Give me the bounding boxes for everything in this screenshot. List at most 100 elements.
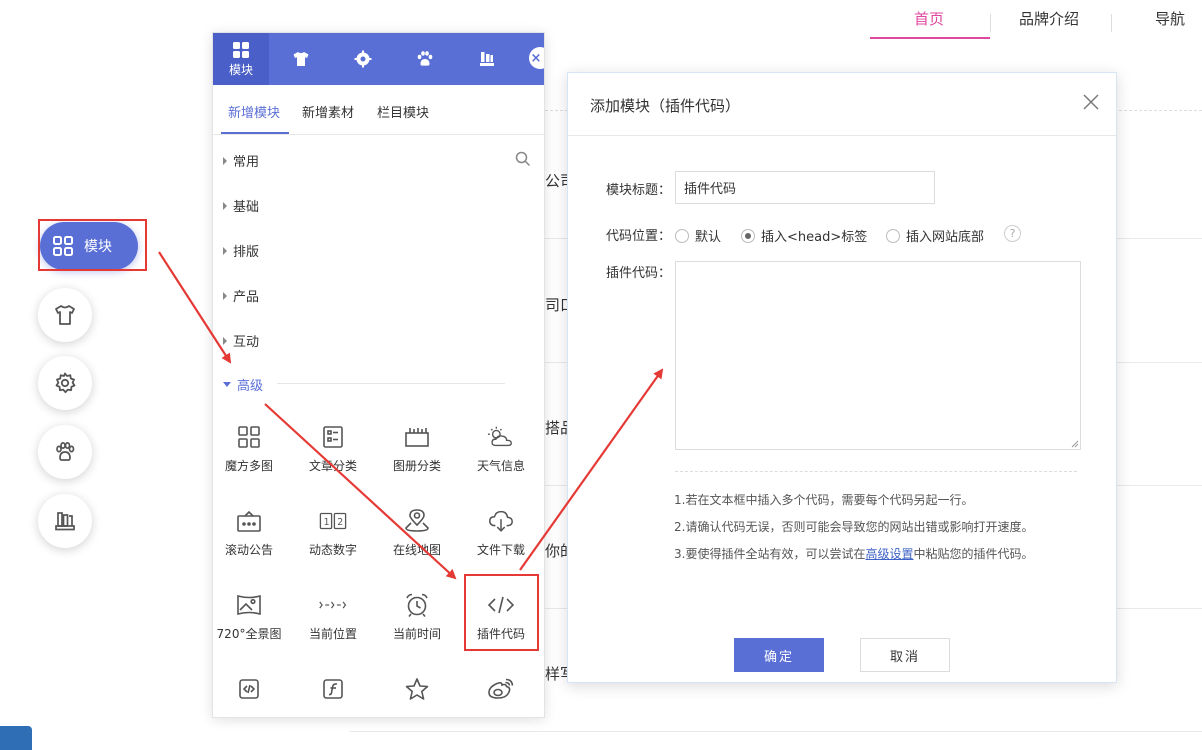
plugin-code-label: 插件代码： (606, 266, 672, 281)
weather-icon (487, 426, 512, 447)
module-weibo[interactable] (459, 675, 543, 717)
plugin-code-textarea[interactable] (675, 261, 1081, 450)
category-basic[interactable]: 基础 (223, 196, 259, 215)
add-module-dialog: 添加模块（插件代码） 模块标题： 代码位置： 默认 插入<head>标签 插入网… (567, 72, 1118, 683)
advanced-settings-link[interactable]: 高级设置 (865, 547, 913, 561)
category-product[interactable]: 产品 (223, 286, 259, 305)
breadcrumb-icon (319, 601, 347, 609)
module-panorama[interactable]: 720°全景图 (213, 591, 291, 661)
module-label: 图册分类 (392, 459, 441, 473)
cancel-button[interactable]: 取消 (860, 638, 950, 672)
module-weather[interactable]: 天气信息 (459, 423, 543, 493)
nav-navigation-link[interactable]: 导航 (1155, 8, 1185, 29)
module-code-snippet[interactable] (213, 675, 291, 717)
module-current-position[interactable]: 当前位置 (291, 591, 375, 661)
caret-down-icon (223, 382, 231, 387)
module-title-input[interactable] (675, 171, 935, 204)
note-2: 2.请确认代码无误，否则可能会导致您的网站出错或影响打开速度。 (674, 520, 1034, 534)
radio-circle (675, 228, 689, 243)
tab-style[interactable] (271, 33, 331, 85)
books-icon (55, 512, 75, 531)
module-current-time[interactable]: 当前时间 (375, 591, 459, 661)
note-3-suffix: 中粘贴您的插件代码。 (913, 547, 1034, 561)
module-label: 动态数字 (308, 543, 357, 557)
module-file-download[interactable]: 文件下载 (459, 507, 543, 577)
tab-settings[interactable] (333, 33, 393, 85)
weibo-icon (488, 678, 514, 699)
module-flash[interactable] (291, 675, 375, 717)
theme-float-button[interactable] (38, 425, 92, 479)
category-common[interactable]: 常用 (223, 151, 259, 170)
star-icon (405, 678, 429, 700)
module-label: 在线地图 (392, 543, 441, 557)
help-icon[interactable]: ? (1004, 225, 1021, 242)
search-icon[interactable] (515, 151, 531, 167)
note-1: 1.若在文本框中插入多个代码，需要每个代码另起一行。 (674, 493, 974, 507)
module-label: 文件下载 (476, 543, 525, 557)
radio-circle-selected (741, 228, 755, 243)
panel-subtabs: 新增模块 新增素材 栏目模块 (213, 85, 544, 135)
module-label: 当前位置 (308, 627, 357, 641)
tab-resources[interactable] (457, 33, 517, 85)
radio-label: 插入网站底部 (906, 230, 985, 245)
subtab-new-module[interactable]: 新增模块 (228, 102, 280, 121)
module-label: 当前时间 (392, 627, 441, 641)
module-scroll-notice[interactable]: 滚动公告 (213, 507, 291, 577)
panel-close-button[interactable]: × (529, 47, 544, 69)
tab-module[interactable]: 模块 (213, 33, 269, 85)
nav-home-underline (870, 37, 990, 39)
nav-brand-link[interactable]: 品牌介绍 (1019, 8, 1079, 29)
tab-theme[interactable] (395, 33, 455, 85)
gear-icon (354, 50, 372, 68)
tab-module-label: 模块 (228, 62, 253, 77)
subtab-column-module[interactable]: 栏目模块 (377, 102, 429, 121)
dialog-title: 添加模块（插件代码） (590, 97, 741, 115)
category-layout[interactable]: 排版 (223, 241, 259, 260)
position-default-radio[interactable]: 默认 (675, 226, 721, 245)
category-advanced[interactable]: 高级 (223, 375, 263, 394)
confirm-button[interactable]: 确定 (734, 638, 824, 672)
caret-right-icon (223, 201, 227, 210)
paw-icon (417, 51, 433, 66)
module-dynamic-number[interactable]: 12 动态数字 (291, 507, 375, 577)
category-label: 基础 (233, 200, 260, 215)
gear-icon (55, 372, 76, 394)
category-label: 互动 (233, 335, 260, 350)
caret-right-icon (223, 336, 227, 345)
subtab-new-material[interactable]: 新增素材 (302, 102, 354, 121)
map-pin-icon (405, 509, 429, 532)
note-3-prefix: 3.要使得插件全站有效，可以尝试在 (674, 547, 866, 561)
module-album-category[interactable]: 图册分类 (375, 423, 459, 493)
code-file-icon (239, 679, 259, 699)
module-article-category[interactable]: 文章分类 (291, 423, 375, 493)
shirt-icon (293, 52, 309, 66)
corner-widget[interactable] (0, 726, 32, 750)
position-footer-radio[interactable]: 插入网站底部 (886, 226, 984, 245)
radio-label: 默认 (695, 230, 722, 245)
module-label: 魔方多图 (224, 459, 273, 473)
category-label: 常用 (233, 155, 260, 170)
panorama-icon (237, 594, 261, 616)
module-rating[interactable] (375, 675, 459, 717)
dynamic-number-icon: 12 (319, 512, 347, 530)
category-interaction[interactable]: 互动 (223, 331, 259, 350)
annotation-box (38, 219, 147, 271)
site-top-nav: 首页 品牌介绍 导航 (0, 0, 1202, 40)
settings-float-button[interactable] (38, 356, 92, 410)
nav-home-link[interactable]: 首页 (914, 8, 944, 29)
module-online-map[interactable]: 在线地图 (375, 507, 459, 577)
panel-tab-bar: 模块 × (213, 33, 544, 85)
style-float-button[interactable] (38, 288, 92, 342)
annotation-box (464, 574, 539, 651)
subtab-active-indicator (221, 132, 289, 134)
resources-float-button[interactable] (38, 494, 92, 548)
svg-text:2: 2 (337, 517, 343, 528)
resize-handle-icon[interactable] (1070, 439, 1079, 448)
category-label: 排版 (233, 245, 260, 260)
module-label: 天气信息 (476, 459, 525, 473)
svg-text:1: 1 (324, 517, 330, 528)
position-head-radio[interactable]: 插入<head>标签 (741, 226, 867, 245)
module-cube-gallery[interactable]: 魔方多图 (213, 423, 291, 493)
close-icon[interactable] (1082, 93, 1100, 111)
nav-separator (1111, 14, 1112, 32)
